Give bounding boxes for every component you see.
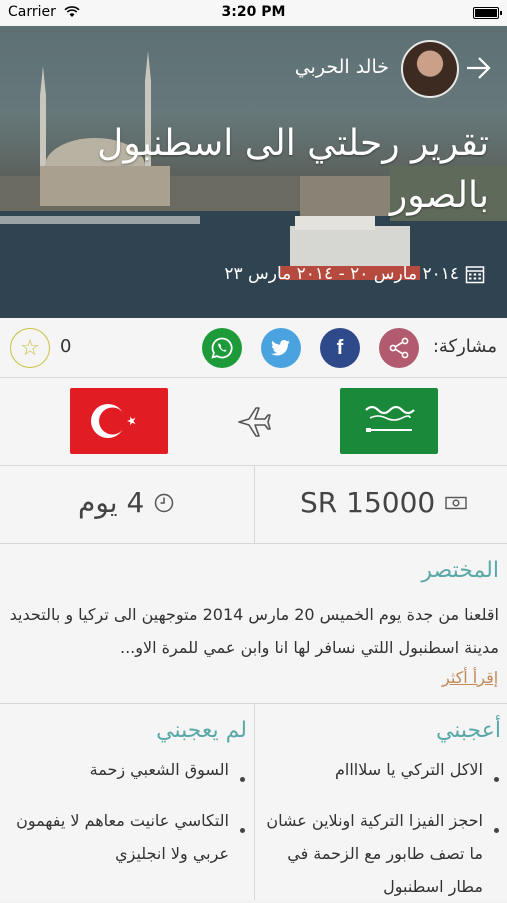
back-arrow-icon[interactable] bbox=[463, 54, 493, 82]
duration-value: 4 يوم bbox=[78, 486, 145, 519]
disliked-list: السوق الشعبي زحمة التكاسي عانيت معاهم لا… bbox=[0, 753, 253, 870]
author-avatar[interactable] bbox=[401, 40, 459, 98]
liked-list: الاكل التركي يا سلاااام احجز الفيزا التر… bbox=[254, 753, 507, 903]
list-item: السوق الشعبي زحمة bbox=[0, 753, 245, 786]
author-name[interactable]: خالد الحربي bbox=[295, 56, 389, 78]
summary-section: المختصر اقلعنا من جدة يوم الخميس 20 مارس… bbox=[0, 544, 507, 704]
list-item: احجز الفيزا التركية اونلاين عشان ما تصف … bbox=[254, 804, 499, 903]
share-label: مشاركة: bbox=[432, 336, 497, 357]
turkey-flag bbox=[70, 388, 168, 454]
list-item: التكاسي عانيت معاهم لا يفهمون عربي ولا ا… bbox=[0, 804, 245, 870]
airplane-icon bbox=[238, 407, 271, 437]
favorites-count: 0 bbox=[60, 336, 72, 357]
clock-icon bbox=[155, 493, 174, 512]
twitter-icon bbox=[271, 340, 290, 356]
twitter-share-button[interactable] bbox=[261, 328, 301, 368]
disliked-heading: لم يعجبني bbox=[156, 718, 247, 743]
trip-hero: خالد الحربي تقرير رحلتي الى اسطنبول بالص… bbox=[0, 26, 507, 318]
cost-value: SR 15000 bbox=[300, 486, 436, 519]
trip-date-range: ٢٠١٤ مارس ٢٠ - ٢٠١٤ مارس ٢٣ bbox=[224, 264, 459, 284]
liked-heading: أعجبني bbox=[435, 718, 501, 743]
crescent-star-icon bbox=[91, 404, 136, 438]
whatsapp-icon bbox=[211, 337, 233, 359]
clock: 3:20 PM bbox=[221, 4, 286, 20]
shahada-sword-icon bbox=[365, 405, 415, 432]
read-more-link[interactable]: إقرأ أكثر bbox=[442, 668, 498, 687]
trip-stats: 4 يوم SR 15000 bbox=[0, 466, 507, 544]
trip-title: تقرير رحلتي الى اسطنبول بالصور bbox=[97, 123, 489, 216]
facebook-share-button[interactable]: f bbox=[320, 328, 360, 368]
favorite-star-button[interactable]: ☆ bbox=[10, 328, 50, 368]
trip-cost: SR 15000 bbox=[300, 486, 467, 519]
summary-text: اقلعنا من جدة يوم الخميس 20 مارس 2014 مت… bbox=[9, 605, 499, 657]
share-button[interactable] bbox=[379, 328, 419, 368]
trip-dates: ٢٠١٤ مارس ٢٠ - ٢٠١٤ مارس ٢٣ bbox=[224, 264, 485, 284]
disliked-column: لم يعجبني السوق الشعبي زحمة التكاسي عاني… bbox=[0, 704, 253, 900]
route-row bbox=[0, 378, 507, 466]
facebook-icon: f bbox=[336, 336, 344, 359]
whatsapp-share-button[interactable] bbox=[202, 328, 242, 368]
liked-column: أعجبني الاكل التركي يا سلاااام احجز الفي… bbox=[254, 704, 507, 900]
trip-duration: 4 يوم bbox=[78, 486, 174, 519]
likes-section: أعجبني الاكل التركي يا سلاااام احجز الفي… bbox=[0, 704, 507, 900]
status-bar: Carrier 3:20 PM bbox=[0, 0, 507, 26]
summary-heading: المختصر bbox=[421, 558, 499, 583]
battery-icon bbox=[473, 7, 502, 19]
star-icon: ☆ bbox=[20, 335, 40, 361]
share-bar: مشاركة: f 0 ☆ bbox=[0, 318, 507, 378]
list-item: الاكل التركي يا سلاااام bbox=[254, 753, 499, 786]
saudi-flag bbox=[340, 388, 438, 454]
share-icon bbox=[389, 337, 409, 359]
calendar-icon bbox=[465, 266, 485, 284]
money-icon bbox=[445, 496, 467, 509]
stats-divider bbox=[254, 466, 255, 544]
